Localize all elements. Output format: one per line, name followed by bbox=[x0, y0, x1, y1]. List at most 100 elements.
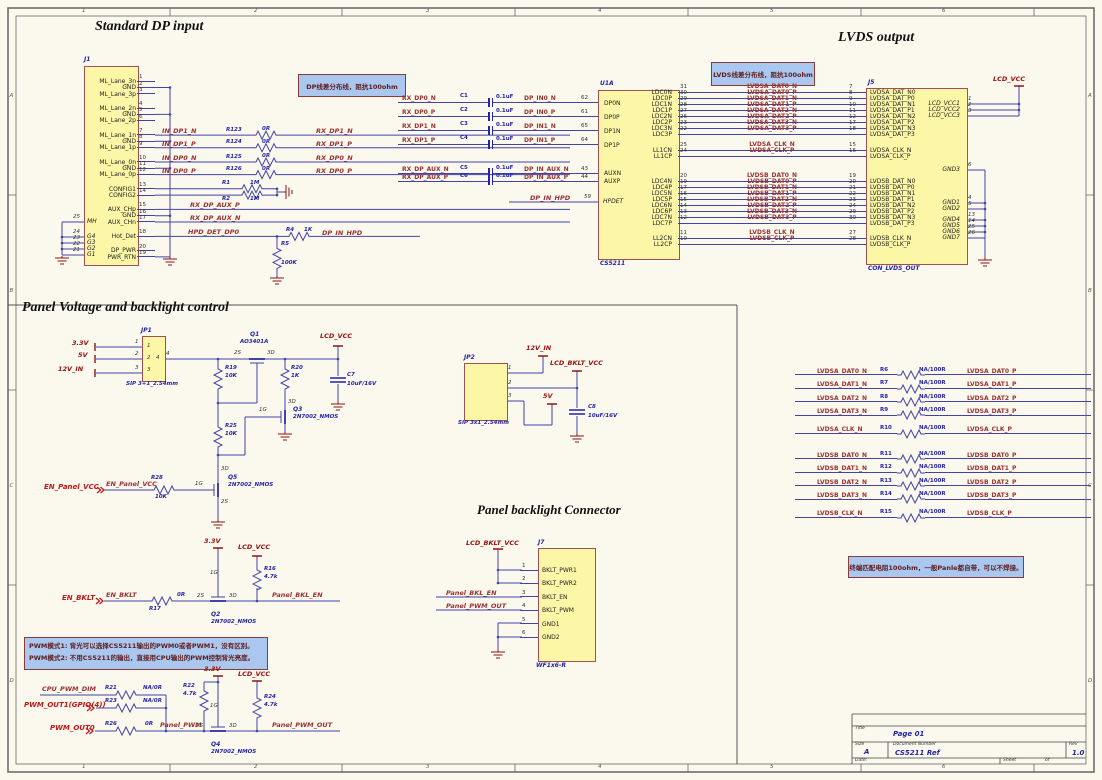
termination-row: LVDSA_CLK_N R10 NA/100R LVDSA_CLK_P bbox=[795, 427, 1091, 440]
j1-pin-name: ML_Lane_2p bbox=[86, 117, 136, 124]
jp1-pin-number: 3 bbox=[135, 366, 139, 372]
r24-refdes: R24 bbox=[264, 695, 276, 701]
net-label: LVDSA_DAT0_N bbox=[817, 368, 867, 375]
capacitor-refdes: C5 bbox=[460, 165, 468, 171]
j5-right-pin-name: GND7 bbox=[888, 235, 960, 241]
net-label: LVDSB_DAT2_P bbox=[967, 479, 1016, 486]
lvds-row: LL1CP 24 LVDSA_CLK_P 16 LVDSA_CLK_P bbox=[598, 153, 966, 159]
r24-value: 4.7k bbox=[264, 703, 277, 709]
fet-pin-s: 2S bbox=[234, 351, 241, 357]
resistor-value: NA/100R bbox=[919, 367, 946, 373]
net-label: CPU_PWM_DIM bbox=[42, 686, 96, 693]
j1-left-pin-number: 25 bbox=[64, 215, 80, 221]
q3-part: 2N7002_NMOS bbox=[293, 415, 338, 421]
j7-pin-row: 1 BKLT_PWR1 bbox=[516, 564, 596, 577]
capacitor-plate bbox=[488, 112, 490, 121]
power-label-3v3: 3.3V bbox=[204, 538, 221, 545]
jp1-pin: 4 bbox=[156, 356, 160, 362]
j1-pin-number: 14 bbox=[139, 188, 146, 194]
j1-pin-row: ML_Lane_1p 9 bbox=[86, 144, 158, 150]
net-label: RX_DP0_N bbox=[316, 155, 353, 162]
wire bbox=[678, 156, 866, 157]
border-col: 5 bbox=[770, 765, 774, 771]
title-label: Title bbox=[855, 727, 865, 732]
net-label: IN_DP1_N bbox=[162, 128, 196, 135]
border-row: D bbox=[1088, 679, 1092, 685]
capacitor-plate bbox=[492, 140, 494, 149]
resistor-refdes: R9 bbox=[880, 407, 888, 413]
j7-refdes: J7 bbox=[538, 540, 544, 546]
resistor-value: NA/100R bbox=[919, 451, 946, 457]
fet-pin-d: 3D bbox=[267, 351, 275, 357]
net-label: LVDSB_DAT0_P bbox=[967, 452, 1016, 459]
r25-value: 10K bbox=[225, 432, 237, 438]
q3-refdes: Q3 bbox=[293, 407, 302, 413]
fet-pin-s: 2S bbox=[196, 724, 203, 730]
r28-value: 10K bbox=[155, 495, 167, 501]
resistor-refdes: R14 bbox=[880, 491, 892, 497]
capacitor-refdes: C4 bbox=[460, 135, 468, 141]
capacitor-plate bbox=[492, 112, 494, 121]
j1-pin-row: Hot_Det 18 bbox=[86, 233, 158, 239]
termination-rows: LVDSA_DAT0_N R6 NA/100R LVDSA_DAT0_P LVD… bbox=[795, 368, 1091, 524]
j5-right-pin-name: LCD_VCC3 bbox=[888, 113, 960, 119]
resistor-refdes: R125 bbox=[226, 155, 242, 161]
capacitor-plate bbox=[492, 98, 494, 107]
net-label: Panel_BKL_EN bbox=[446, 590, 497, 597]
power-label-5v: 5V bbox=[78, 352, 88, 359]
r26-value: 0R bbox=[145, 722, 153, 728]
chip-pin-number: 65 bbox=[581, 123, 588, 129]
resistor-refdes: R123 bbox=[226, 128, 242, 134]
net-label: DP_IN1_N bbox=[524, 123, 556, 130]
j1-pin-number: 2 bbox=[139, 81, 143, 87]
j5-part-number: CON_LVDS_OUT bbox=[868, 266, 920, 272]
dp-routing-note: DP线差分布线，阻抗100ohm bbox=[298, 74, 406, 97]
j1-pin-list: ML_Lane_3n 1 GND 2 ML_Lane_3p 3 ML_Lane_… bbox=[86, 66, 158, 260]
net-label: LVDSB_CLK_N bbox=[817, 510, 862, 517]
resistor-refdes: R13 bbox=[880, 478, 892, 484]
q2-refdes: Q2 bbox=[211, 612, 220, 618]
chip-pin-number: 61 bbox=[581, 109, 588, 115]
chip-pin-name: LDC7P bbox=[598, 220, 672, 227]
resistor-value: 0R bbox=[262, 140, 270, 146]
j7-pin-name: GND1 bbox=[542, 621, 560, 628]
net-label: LVDSB_DAT3_P bbox=[702, 214, 842, 221]
r23-value: NA/0R bbox=[143, 699, 162, 705]
capacitor-value: 0.1uF bbox=[496, 173, 513, 179]
q5-part: 2N7002_NMOS bbox=[228, 483, 273, 489]
of-label: of bbox=[1045, 759, 1049, 764]
jumper-jp1-box bbox=[142, 336, 166, 382]
jp1-refdes: JP1 bbox=[141, 328, 152, 334]
chip-pin-number: 22 bbox=[680, 126, 687, 132]
border-row: C bbox=[10, 484, 14, 490]
connector-pin-number: 16 bbox=[849, 148, 856, 154]
j1-pin-number: 3 bbox=[139, 87, 143, 93]
j7-pin-name: BKLT_PWR1 bbox=[542, 567, 577, 574]
r19-value: 10K bbox=[225, 374, 237, 380]
j5-right-pin-number: 5 bbox=[968, 202, 972, 208]
fet-pin-g: 1G bbox=[210, 704, 218, 710]
net-label: IN_DP0_N bbox=[162, 155, 196, 162]
jp1-pin-number: 4 bbox=[166, 352, 170, 358]
dp-input-heading: Standard DP input bbox=[95, 20, 203, 34]
r22-refdes: R22 bbox=[183, 684, 195, 690]
resistor-refdes: R10 bbox=[880, 425, 892, 431]
wire bbox=[520, 596, 538, 597]
j1-pin-wire bbox=[137, 174, 155, 175]
fet-pin-s: 2S bbox=[197, 594, 204, 600]
border-col: 3 bbox=[426, 765, 430, 771]
j1-left-pin-name: MH bbox=[87, 219, 97, 225]
jp1-pin-number: 1 bbox=[135, 340, 139, 346]
j7-pin-number: 4 bbox=[522, 603, 526, 609]
j7-pin-row: 2 BKLT_PWR2 bbox=[516, 577, 596, 590]
capacitor-plate bbox=[488, 176, 490, 185]
border-col: 2 bbox=[254, 765, 258, 771]
net-label: Panel_BKL_EN bbox=[272, 592, 323, 599]
j1-pin-number: 18 bbox=[139, 229, 146, 235]
power-label-12v: 12V_IN bbox=[58, 366, 83, 373]
border-col: 5 bbox=[770, 9, 774, 15]
lvds-row: LL2CP 10 LVDSB_CLK_P 28 LVDSB_CLK_P bbox=[598, 241, 966, 247]
wire bbox=[520, 623, 538, 624]
net-label: RX_DP1_P bbox=[402, 137, 435, 144]
chip-pin-number: 43 bbox=[581, 166, 588, 172]
